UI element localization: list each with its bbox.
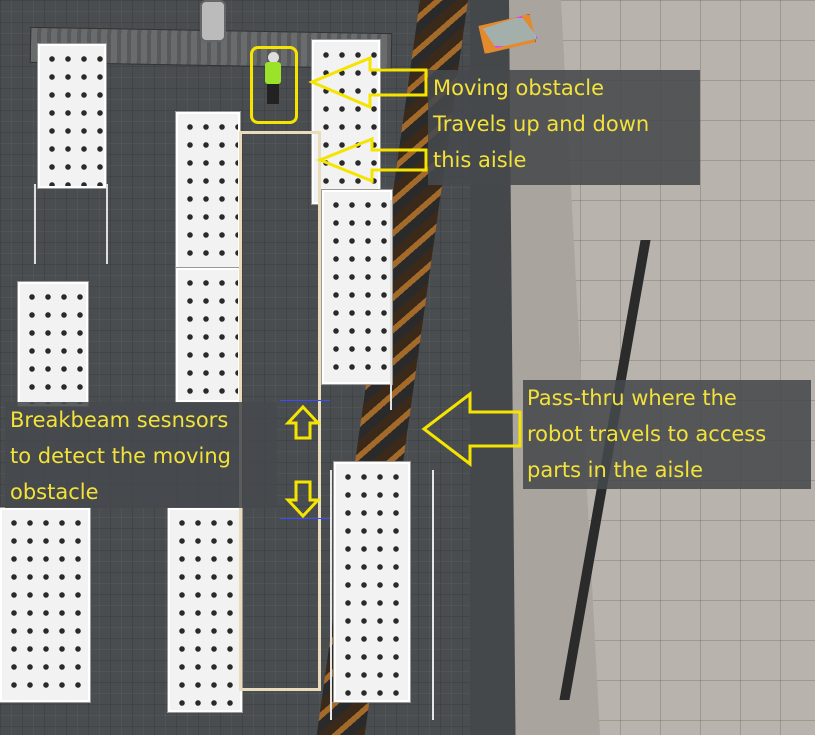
- shelf-rack: [18, 282, 88, 406]
- shelf-rack-legs: [318, 200, 392, 410]
- shelf-rack: [0, 508, 90, 702]
- breakbeam-annotation: Breakbeam sesnsors to detect the moving …: [5, 402, 277, 508]
- obstacle-highlight-box: [250, 46, 298, 124]
- shelf-rack: [38, 44, 106, 188]
- annotation-line: obstacle: [10, 480, 99, 504]
- annotation-line: Moving obstacle: [433, 76, 605, 100]
- breakbeam-line-bottom: [280, 518, 330, 519]
- shelf-rack: [312, 40, 380, 204]
- annotation-line: this aisle: [433, 148, 527, 172]
- warehouse-simulation-view: Moving obstacle Travels up and down this…: [0, 0, 815, 735]
- breakbeam-line-top: [280, 400, 330, 401]
- shelf-rack: [176, 112, 240, 276]
- moving-obstacle-annotation: Moving obstacle Travels up and down this…: [428, 70, 700, 185]
- annotation-line: parts in the aisle: [527, 458, 704, 482]
- shelf-rack-legs: [34, 184, 108, 264]
- shelf-rack: [176, 268, 240, 402]
- annotation-line: Pass-thru where the: [527, 386, 737, 410]
- gantry-robot: [200, 0, 226, 42]
- annotation-line: robot travels to access: [527, 422, 767, 446]
- shelf-rack-legs: [330, 470, 434, 720]
- shelf-rack: [168, 508, 242, 712]
- annotation-line: Travels up and down: [433, 112, 650, 136]
- annotation-line: Breakbeam sesnsors: [10, 408, 229, 432]
- pass-thru-annotation: Pass-thru where the robot travels to acc…: [523, 380, 811, 489]
- annotation-line: to detect the moving: [10, 444, 231, 468]
